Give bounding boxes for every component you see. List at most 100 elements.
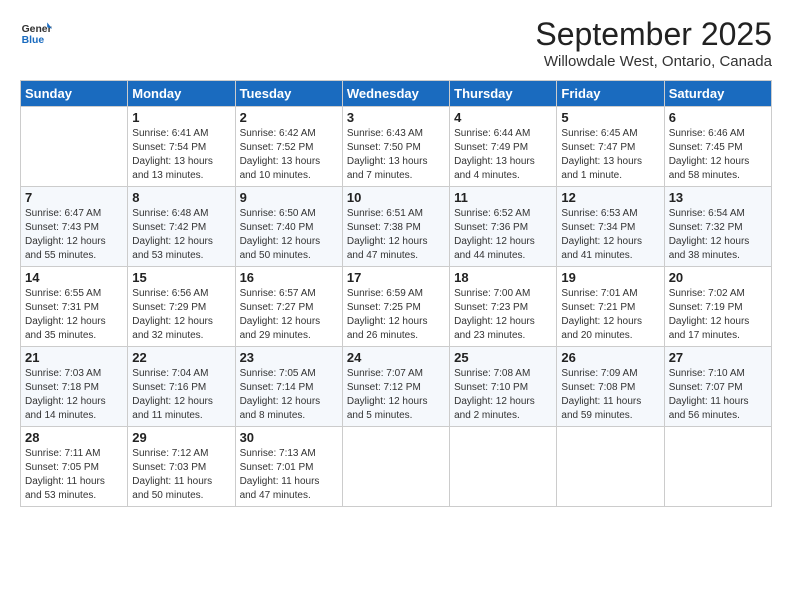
header: General Blue September 2025 Willowdale W… xyxy=(20,16,772,70)
day-number: 24 xyxy=(347,350,445,365)
day-number: 3 xyxy=(347,110,445,125)
cell-info: Sunrise: 7:13 AM Sunset: 7:01 PM Dayligh… xyxy=(240,447,338,503)
cell-info: Sunrise: 7:01 AM Sunset: 7:21 PM Dayligh… xyxy=(561,287,659,343)
header-row: SundayMondayTuesdayWednesdayThursdayFrid… xyxy=(21,81,772,107)
cell-info: Sunrise: 6:43 AM Sunset: 7:50 PM Dayligh… xyxy=(347,127,445,183)
day-number: 13 xyxy=(669,190,767,205)
day-cell: 15 Sunrise: 6:56 AM Sunset: 7:29 PM Dayli… xyxy=(128,267,235,347)
cell-info: Sunrise: 6:42 AM Sunset: 7:52 PM Dayligh… xyxy=(240,127,338,183)
day-number: 11 xyxy=(454,190,552,205)
cell-info: Sunrise: 7:10 AM Sunset: 7:07 PM Dayligh… xyxy=(669,367,767,423)
day-number: 10 xyxy=(347,190,445,205)
day-cell: 4 Sunrise: 6:44 AM Sunset: 7:49 PM Daylig… xyxy=(450,107,557,187)
day-cell: 27 Sunrise: 7:10 AM Sunset: 7:07 PM Dayli… xyxy=(664,347,771,427)
cell-info: Sunrise: 6:48 AM Sunset: 7:42 PM Dayligh… xyxy=(132,207,230,263)
day-number: 28 xyxy=(25,430,123,445)
day-cell xyxy=(664,427,771,507)
day-cell xyxy=(21,107,128,187)
day-cell: 17 Sunrise: 6:59 AM Sunset: 7:25 PM Dayli… xyxy=(342,267,449,347)
svg-text:Blue: Blue xyxy=(22,35,45,46)
week-row-1: 1 Sunrise: 6:41 AM Sunset: 7:54 PM Daylig… xyxy=(21,107,772,187)
week-row-4: 21Sunrise: 7:03 AM Sunset: 7:18 PM Dayli… xyxy=(21,347,772,427)
cell-info: Sunrise: 6:46 AM Sunset: 7:45 PM Dayligh… xyxy=(669,127,767,183)
cell-info: Sunrise: 6:53 AM Sunset: 7:34 PM Dayligh… xyxy=(561,207,659,263)
day-number: 16 xyxy=(240,270,338,285)
day-number: 14 xyxy=(25,270,123,285)
cell-info: Sunrise: 7:08 AM Sunset: 7:10 PM Dayligh… xyxy=(454,367,552,423)
col-header-thursday: Thursday xyxy=(450,81,557,107)
calendar-table: SundayMondayTuesdayWednesdayThursdayFrid… xyxy=(20,80,772,507)
day-number: 12 xyxy=(561,190,659,205)
page: General Blue September 2025 Willowdale W… xyxy=(0,0,792,612)
day-number: 26 xyxy=(561,350,659,365)
day-cell xyxy=(450,427,557,507)
col-header-sunday: Sunday xyxy=(21,81,128,107)
day-cell xyxy=(342,427,449,507)
cell-info: Sunrise: 7:11 AM Sunset: 7:05 PM Dayligh… xyxy=(25,447,123,503)
day-cell: 23Sunrise: 7:05 AM Sunset: 7:14 PM Dayli… xyxy=(235,347,342,427)
day-number: 27 xyxy=(669,350,767,365)
day-cell: 24Sunrise: 7:07 AM Sunset: 7:12 PM Dayli… xyxy=(342,347,449,427)
cell-info: Sunrise: 6:41 AM Sunset: 7:54 PM Dayligh… xyxy=(132,127,230,183)
day-number: 6 xyxy=(669,110,767,125)
cell-info: Sunrise: 7:04 AM Sunset: 7:16 PM Dayligh… xyxy=(132,367,230,423)
day-cell: 14 Sunrise: 6:55 AM Sunset: 7:31 PM Dayli… xyxy=(21,267,128,347)
day-cell: 29Sunrise: 7:12 AM Sunset: 7:03 PM Dayli… xyxy=(128,427,235,507)
day-cell: 13Sunrise: 6:54 AM Sunset: 7:32 PM Dayli… xyxy=(664,187,771,267)
day-number: 7 xyxy=(25,190,123,205)
day-cell: 30 Sunrise: 7:13 AM Sunset: 7:01 PM Dayli… xyxy=(235,427,342,507)
day-cell: 3 Sunrise: 6:43 AM Sunset: 7:50 PM Daylig… xyxy=(342,107,449,187)
day-cell: 1 Sunrise: 6:41 AM Sunset: 7:54 PM Daylig… xyxy=(128,107,235,187)
day-number: 18 xyxy=(454,270,552,285)
day-number: 15 xyxy=(132,270,230,285)
cell-info: Sunrise: 6:57 AM Sunset: 7:27 PM Dayligh… xyxy=(240,287,338,343)
day-cell xyxy=(557,427,664,507)
week-row-5: 28 Sunrise: 7:11 AM Sunset: 7:05 PM Dayli… xyxy=(21,427,772,507)
cell-info: Sunrise: 7:03 AM Sunset: 7:18 PM Dayligh… xyxy=(25,367,123,423)
day-cell: 6 Sunrise: 6:46 AM Sunset: 7:45 PM Daylig… xyxy=(664,107,771,187)
cell-info: Sunrise: 6:47 AM Sunset: 7:43 PM Dayligh… xyxy=(25,207,123,263)
logo: General Blue xyxy=(20,16,52,48)
day-number: 1 xyxy=(132,110,230,125)
day-cell: 11 Sunrise: 6:52 AM Sunset: 7:36 PM Dayli… xyxy=(450,187,557,267)
week-row-3: 14 Sunrise: 6:55 AM Sunset: 7:31 PM Dayli… xyxy=(21,267,772,347)
cell-info: Sunrise: 7:05 AM Sunset: 7:14 PM Dayligh… xyxy=(240,367,338,423)
day-cell: 12 Sunrise: 6:53 AM Sunset: 7:34 PM Dayli… xyxy=(557,187,664,267)
day-cell: 19 Sunrise: 7:01 AM Sunset: 7:21 PM Dayli… xyxy=(557,267,664,347)
cell-info: Sunrise: 6:44 AM Sunset: 7:49 PM Dayligh… xyxy=(454,127,552,183)
col-header-wednesday: Wednesday xyxy=(342,81,449,107)
cell-info: Sunrise: 6:45 AM Sunset: 7:47 PM Dayligh… xyxy=(561,127,659,183)
day-cell: 10Sunrise: 6:51 AM Sunset: 7:38 PM Dayli… xyxy=(342,187,449,267)
calendar-subtitle: Willowdale West, Ontario, Canada xyxy=(535,53,772,70)
day-number: 4 xyxy=(454,110,552,125)
day-cell: 18Sunrise: 7:00 AM Sunset: 7:23 PM Dayli… xyxy=(450,267,557,347)
day-cell: 26Sunrise: 7:09 AM Sunset: 7:08 PM Dayli… xyxy=(557,347,664,427)
day-cell: 16 Sunrise: 6:57 AM Sunset: 7:27 PM Dayli… xyxy=(235,267,342,347)
logo-icon: General Blue xyxy=(20,16,52,48)
day-number: 22 xyxy=(132,350,230,365)
day-number: 17 xyxy=(347,270,445,285)
day-number: 8 xyxy=(132,190,230,205)
calendar-title: September 2025 xyxy=(535,16,772,53)
cell-info: Sunrise: 6:55 AM Sunset: 7:31 PM Dayligh… xyxy=(25,287,123,343)
day-cell: 25 Sunrise: 7:08 AM Sunset: 7:10 PM Dayli… xyxy=(450,347,557,427)
day-cell: 2Sunrise: 6:42 AM Sunset: 7:52 PM Daylig… xyxy=(235,107,342,187)
cell-info: Sunrise: 6:56 AM Sunset: 7:29 PM Dayligh… xyxy=(132,287,230,343)
week-row-2: 7 Sunrise: 6:47 AM Sunset: 7:43 PM Daylig… xyxy=(21,187,772,267)
day-number: 19 xyxy=(561,270,659,285)
day-cell: 5Sunrise: 6:45 AM Sunset: 7:47 PM Daylig… xyxy=(557,107,664,187)
cell-info: Sunrise: 6:52 AM Sunset: 7:36 PM Dayligh… xyxy=(454,207,552,263)
day-cell: 8 Sunrise: 6:48 AM Sunset: 7:42 PM Daylig… xyxy=(128,187,235,267)
day-number: 9 xyxy=(240,190,338,205)
col-header-friday: Friday xyxy=(557,81,664,107)
day-number: 20 xyxy=(669,270,767,285)
day-cell: 7 Sunrise: 6:47 AM Sunset: 7:43 PM Daylig… xyxy=(21,187,128,267)
day-cell: 22 Sunrise: 7:04 AM Sunset: 7:16 PM Dayli… xyxy=(128,347,235,427)
col-header-saturday: Saturday xyxy=(664,81,771,107)
cell-info: Sunrise: 7:12 AM Sunset: 7:03 PM Dayligh… xyxy=(132,447,230,503)
col-header-tuesday: Tuesday xyxy=(235,81,342,107)
cell-info: Sunrise: 6:59 AM Sunset: 7:25 PM Dayligh… xyxy=(347,287,445,343)
day-cell: 28 Sunrise: 7:11 AM Sunset: 7:05 PM Dayli… xyxy=(21,427,128,507)
day-number: 30 xyxy=(240,430,338,445)
day-number: 25 xyxy=(454,350,552,365)
